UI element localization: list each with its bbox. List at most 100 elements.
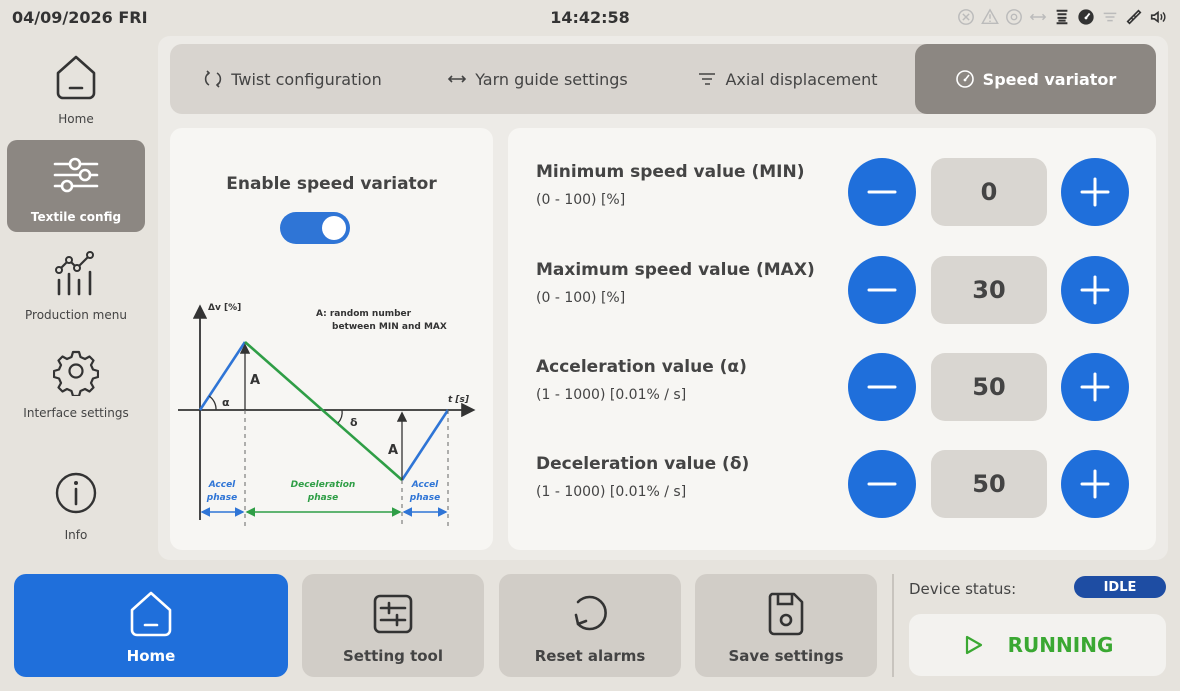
- speed-gauge-icon: [1076, 6, 1096, 28]
- tab-label: Speed variator: [982, 69, 1117, 89]
- accel-phase-label-2b: phase: [409, 493, 440, 503]
- tab-label: Yarn guide settings: [475, 69, 628, 89]
- chart-icon: [55, 251, 94, 296]
- sidebar-item-textile-config[interactable]: Textile config: [7, 140, 145, 232]
- decrement-button[interactable]: [848, 353, 916, 421]
- minus-icon: [867, 385, 897, 389]
- tab-label: Axial displacement: [725, 69, 878, 89]
- tab-label: Twist configuration: [231, 69, 382, 89]
- increment-button[interactable]: [1061, 450, 1129, 518]
- gear-icon: [53, 350, 99, 396]
- alpha-arc: [208, 395, 217, 411]
- tab-axial-displacement[interactable]: Axial displacement: [660, 44, 915, 114]
- increment-button[interactable]: [1061, 353, 1129, 421]
- home-icon: [56, 55, 96, 100]
- twist-icon: [205, 70, 222, 88]
- param-max-speed: Maximum speed value (MAX) (0 - 100) [%] …: [536, 256, 1136, 336]
- param-name: Acceleration value (α): [536, 357, 747, 377]
- value-field[interactable]: 50: [931, 450, 1047, 518]
- speed-gauge-icon: [955, 70, 974, 88]
- warning-icon: [980, 6, 1000, 28]
- info-icon: [55, 472, 97, 514]
- sidebar-item-production-menu[interactable]: Production menu: [7, 238, 145, 330]
- yarn-guide-icon: [1028, 6, 1048, 28]
- minus-icon: [867, 190, 897, 194]
- param-deceleration: Deceleration value (δ) (1 - 1000) [0.01%…: [536, 450, 1136, 530]
- decrement-button[interactable]: [848, 256, 916, 324]
- enable-title: Enable speed variator: [226, 174, 437, 194]
- increment-button[interactable]: [1061, 256, 1129, 324]
- minus-icon: [867, 288, 897, 292]
- sidebar-item-label: Textile config: [30, 210, 122, 224]
- decrement-button[interactable]: [848, 450, 916, 518]
- decrement-button[interactable]: [848, 158, 916, 226]
- status-badge: IDLE: [1074, 576, 1166, 598]
- run-button[interactable]: RUNNING: [909, 614, 1166, 676]
- sidebar-item-label: Info: [64, 528, 88, 542]
- sound-icon: [1148, 6, 1168, 28]
- plus-icon: [1080, 469, 1110, 499]
- x-axis-label: t [s]: [448, 395, 470, 405]
- sidebar-item-interface-settings[interactable]: Interface settings: [7, 336, 145, 428]
- decel-segment: [244, 341, 403, 481]
- axial-icon: [699, 73, 716, 85]
- status-icons: [956, 6, 1168, 28]
- value-field[interactable]: 0: [931, 158, 1047, 226]
- y-axis-label: Δv [%]: [208, 303, 241, 313]
- sidebar-item-home[interactable]: Home: [7, 42, 145, 134]
- sidebar-item-info[interactable]: Info: [7, 458, 145, 550]
- home-button[interactable]: Home: [14, 574, 288, 677]
- sliders-icon: [53, 157, 99, 193]
- note-line-2: between MIN and MAX: [332, 322, 447, 332]
- speed-variator-icon: [1004, 6, 1024, 28]
- tab-speed-variator[interactable]: Speed variator: [915, 44, 1156, 114]
- value-field[interactable]: 50: [931, 353, 1047, 421]
- reset-alarms-button[interactable]: Reset alarms: [499, 574, 681, 677]
- tab-twist-configuration[interactable]: Twist configuration: [170, 44, 415, 114]
- setting-tool-icon: [373, 594, 413, 634]
- minus-icon: [867, 482, 897, 486]
- accel-segment-2: [400, 409, 450, 481]
- setting-tool-label: Setting tool: [342, 647, 444, 665]
- decel-phase-label-a: Deceleration: [291, 480, 356, 490]
- play-icon: [965, 635, 982, 655]
- param-min-speed: Minimum speed value (MIN) (0 - 100) [%] …: [536, 158, 1136, 238]
- sidebar: Home Textile config Production menu Inte…: [0, 40, 152, 560]
- accel-phase-label-1a: Accel: [208, 480, 236, 490]
- value-field[interactable]: 30: [931, 256, 1047, 324]
- param-range: (1 - 1000) [0.01% / s]: [536, 484, 687, 500]
- enable-toggle[interactable]: [280, 212, 350, 244]
- sidebar-item-label: Interface settings: [23, 406, 129, 420]
- sidebar-item-label: Production menu: [25, 308, 127, 322]
- note-line-1: A: random number: [316, 309, 412, 319]
- reset-icon: [574, 595, 607, 631]
- spool-icon: [1052, 6, 1072, 28]
- home-icon: [130, 591, 172, 637]
- increment-button[interactable]: [1061, 158, 1129, 226]
- divider: [892, 574, 894, 677]
- plus-icon: [1080, 177, 1110, 207]
- tab-yarn-guide-settings[interactable]: Yarn guide settings: [415, 44, 660, 114]
- setting-tool-button[interactable]: Setting tool: [302, 574, 484, 677]
- param-acceleration: Acceleration value (α) (1 - 1000) [0.01%…: [536, 353, 1136, 433]
- cancel-circle-icon: [956, 6, 976, 28]
- device-status-label: Device status:: [909, 580, 1017, 598]
- save-settings-button[interactable]: Save settings: [695, 574, 877, 677]
- accel-phase-label-2a: Accel: [411, 480, 439, 490]
- delta-arc: [337, 409, 343, 424]
- param-range: (0 - 100) [%]: [536, 192, 626, 208]
- speed-variator-diagram: Δv [%] t [s] A: random number between MI…: [178, 303, 476, 526]
- toggle-knob: [322, 216, 346, 240]
- home-button-label: Home: [126, 647, 176, 665]
- top-bar: 04/09/2026 FRI 14:42:58: [0, 0, 1180, 36]
- sidebar-item-label: Home: [58, 112, 94, 126]
- param-name: Deceleration value (δ): [536, 454, 750, 474]
- param-range: (0 - 100) [%]: [536, 290, 626, 306]
- amplitude-label-1: A: [250, 373, 260, 388]
- tab-bar: Twist configuration Yarn guide settings …: [170, 44, 1156, 114]
- reset-alarms-label: Reset alarms: [534, 647, 646, 665]
- measure-icon: [1124, 6, 1144, 28]
- delta-label: δ: [350, 416, 358, 429]
- plus-icon: [1080, 275, 1110, 305]
- main-panel: Twist configuration Yarn guide settings …: [158, 36, 1168, 560]
